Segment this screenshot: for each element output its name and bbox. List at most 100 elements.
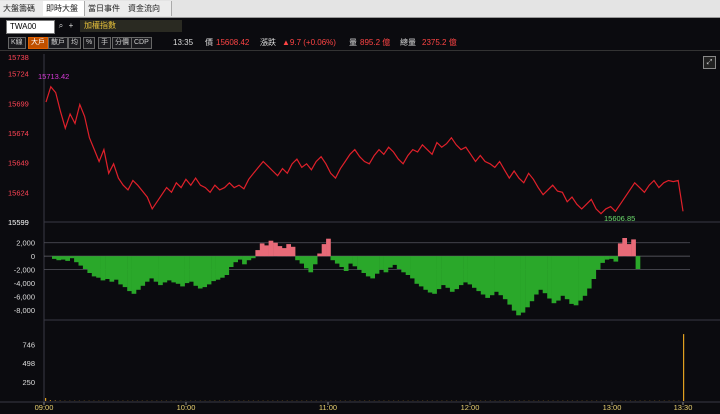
- flow-bar: [388, 256, 393, 268]
- flow-bar: [507, 256, 513, 305]
- low-price-annotation: 15606.85: [604, 214, 635, 223]
- flow-bar: [352, 256, 358, 267]
- flow-bar: [626, 244, 632, 257]
- volume-bar: [683, 334, 685, 401]
- flow-bar: [118, 256, 123, 285]
- flow-bar: [454, 256, 459, 290]
- flow-bar: [489, 256, 495, 296]
- price-tick-label: 15649: [8, 159, 29, 168]
- flow-bar: [427, 256, 433, 293]
- flow-bar: [463, 256, 468, 283]
- flow-bar: [476, 256, 482, 292]
- flow-bar: [250, 256, 256, 259]
- flow-bar: [136, 256, 141, 290]
- flow-bar: [631, 239, 636, 257]
- flow-bar: [277, 246, 283, 257]
- flow-bar: [520, 256, 526, 313]
- flow-bar: [348, 256, 353, 264]
- flow-bar: [175, 256, 181, 284]
- flow-bar: [586, 256, 592, 289]
- flow-bar: [286, 244, 291, 257]
- flow-bar: [609, 256, 614, 259]
- flow-bar: [184, 256, 190, 284]
- flow-bar: [193, 256, 199, 286]
- flow-bar: [246, 256, 252, 261]
- volume-bar: [45, 398, 47, 401]
- price-series-line: [45, 85, 684, 215]
- flow-bar: [180, 256, 185, 287]
- flow-bar: [60, 256, 66, 260]
- flow-bar: [268, 240, 274, 257]
- expand-icon[interactable]: ⤢: [703, 56, 716, 69]
- flow-bar: [255, 250, 261, 257]
- flow-bar: [290, 246, 296, 257]
- intraday-chart: 15738 15724 15699 15674 15649 15624 15599 15713…: [0, 53, 720, 412]
- flow-bar: [233, 256, 238, 263]
- flow-bar: [405, 256, 411, 275]
- flow-bar: [591, 256, 597, 279]
- flow-bar: [343, 256, 349, 271]
- flow-bar: [91, 256, 97, 277]
- flow-bar: [529, 256, 535, 302]
- flow-bar: [264, 245, 269, 257]
- flow-bar: [396, 256, 402, 269]
- flow-bar: [259, 243, 265, 257]
- flow-bar: [105, 256, 110, 279]
- flow-bar: [445, 256, 451, 288]
- flow-bar: [569, 256, 574, 304]
- flow-bar: [498, 256, 504, 296]
- flow-bar: [330, 256, 336, 261]
- flow-bar: [308, 256, 314, 273]
- flow-bar: [423, 256, 429, 290]
- flow-bar: [547, 256, 552, 299]
- flow-bar: [458, 256, 464, 286]
- flow-bar: [361, 256, 367, 273]
- price-tick-label: 15674: [8, 129, 29, 138]
- flow-bar: [533, 256, 539, 295]
- price-tick-label: 15599: [8, 218, 29, 227]
- flow-bar: [220, 256, 225, 278]
- flow-bar: [334, 256, 340, 264]
- flow-bar: [564, 256, 570, 300]
- flow-bar: [158, 256, 163, 286]
- flow-bar: [153, 256, 159, 282]
- flow-bar: [96, 256, 101, 278]
- flow-bar: [202, 256, 207, 288]
- flow-bar: [578, 256, 583, 301]
- flow-bar: [113, 256, 119, 280]
- flow-bar: [418, 256, 424, 287]
- volume-bar: [49, 400, 51, 401]
- volume-bar: [54, 400, 56, 401]
- flow-bar: [144, 256, 150, 282]
- flow-bar: [131, 256, 137, 294]
- flow-bar: [122, 256, 128, 288]
- flow-bar: [392, 256, 398, 265]
- flow-bar: [595, 256, 601, 270]
- flow-bar: [228, 256, 234, 267]
- flow-bar: [604, 256, 610, 260]
- flow-bar: [410, 256, 415, 279]
- flow-tick-label: -8,000: [14, 306, 35, 315]
- flow-bar: [467, 256, 473, 285]
- time-tick-label: 13:00: [603, 403, 622, 412]
- flow-tick-label: 2,000: [16, 239, 35, 248]
- flow-bar: [472, 256, 477, 288]
- flow-bar: [635, 256, 641, 269]
- time-tick-label: 13:30: [674, 403, 693, 412]
- price-tick-label: 15624: [8, 188, 29, 197]
- flow-bar: [321, 244, 327, 257]
- flow-bar: [171, 256, 177, 283]
- flow-bar: [140, 256, 146, 286]
- flow-bar: [211, 256, 216, 282]
- high-price-annotation: 15713.42: [38, 72, 69, 81]
- time-tick-label: 11:00: [319, 403, 337, 412]
- flow-bar: [65, 256, 70, 261]
- flow-bar: [215, 256, 221, 280]
- price-tick-label: 15724: [8, 70, 29, 79]
- flow-bar: [166, 256, 172, 281]
- flow-bar: [511, 256, 517, 311]
- flow-bar: [206, 256, 212, 285]
- flow-bar: [339, 256, 345, 267]
- flow-bar: [365, 256, 371, 277]
- flow-tick-label: -6,000: [14, 292, 35, 301]
